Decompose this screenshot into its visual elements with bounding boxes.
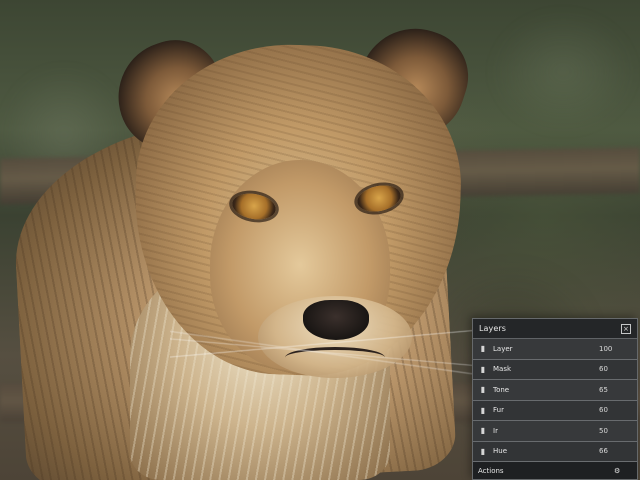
layer-value: 60 <box>599 406 608 415</box>
layer-value: 60 <box>599 365 608 374</box>
layer-name: Ir <box>493 426 498 435</box>
panel-footer: Actions ⚙ <box>473 461 637 479</box>
layer-icon: ▮ <box>480 385 486 395</box>
layer-icon: ▮ <box>480 344 486 354</box>
panel-header: Layers × <box>473 319 637 339</box>
layer-name: Fur <box>493 406 504 415</box>
layer-icon: ▮ <box>480 405 486 415</box>
layer-value: 100 <box>599 344 613 353</box>
layer-row[interactable]: ▮ Layer 100 <box>473 339 637 360</box>
layers-panel: Layers × ▮ Layer 100 ▮ Mask 60 ▮ Tone 65… <box>472 318 638 480</box>
layer-row[interactable]: ▮ Tone 65 <box>473 380 637 401</box>
layer-value: 66 <box>599 447 608 456</box>
layer-list: ▮ Layer 100 ▮ Mask 60 ▮ Tone 65 ▮ Fur 60… <box>473 339 637 462</box>
layer-name: Layer <box>493 344 513 353</box>
layer-row[interactable]: ▮ Fur 60 <box>473 400 637 421</box>
panel-title: Layers <box>479 324 507 333</box>
layer-value: 65 <box>599 385 608 394</box>
layer-row[interactable]: ▮ Mask 60 <box>473 359 637 380</box>
layer-name: Hue <box>493 447 508 456</box>
footer-label: Actions <box>478 466 504 475</box>
layer-row[interactable]: ▮ Hue 66 <box>473 441 637 462</box>
settings-icon[interactable]: ⚙ <box>614 467 632 475</box>
layer-name: Tone <box>493 385 510 394</box>
layer-name: Mask <box>493 365 512 374</box>
layer-row[interactable]: ▮ Ir 50 <box>473 421 637 442</box>
layer-icon: ▮ <box>480 426 486 436</box>
photo-viewport: Layers × ▮ Layer 100 ▮ Mask 60 ▮ Tone 65… <box>0 0 640 480</box>
layer-icon: ▮ <box>480 446 486 456</box>
layer-value: 50 <box>599 426 608 435</box>
close-icon[interactable]: × <box>621 323 631 334</box>
whiskers <box>170 300 500 390</box>
layer-icon: ▮ <box>480 364 486 374</box>
